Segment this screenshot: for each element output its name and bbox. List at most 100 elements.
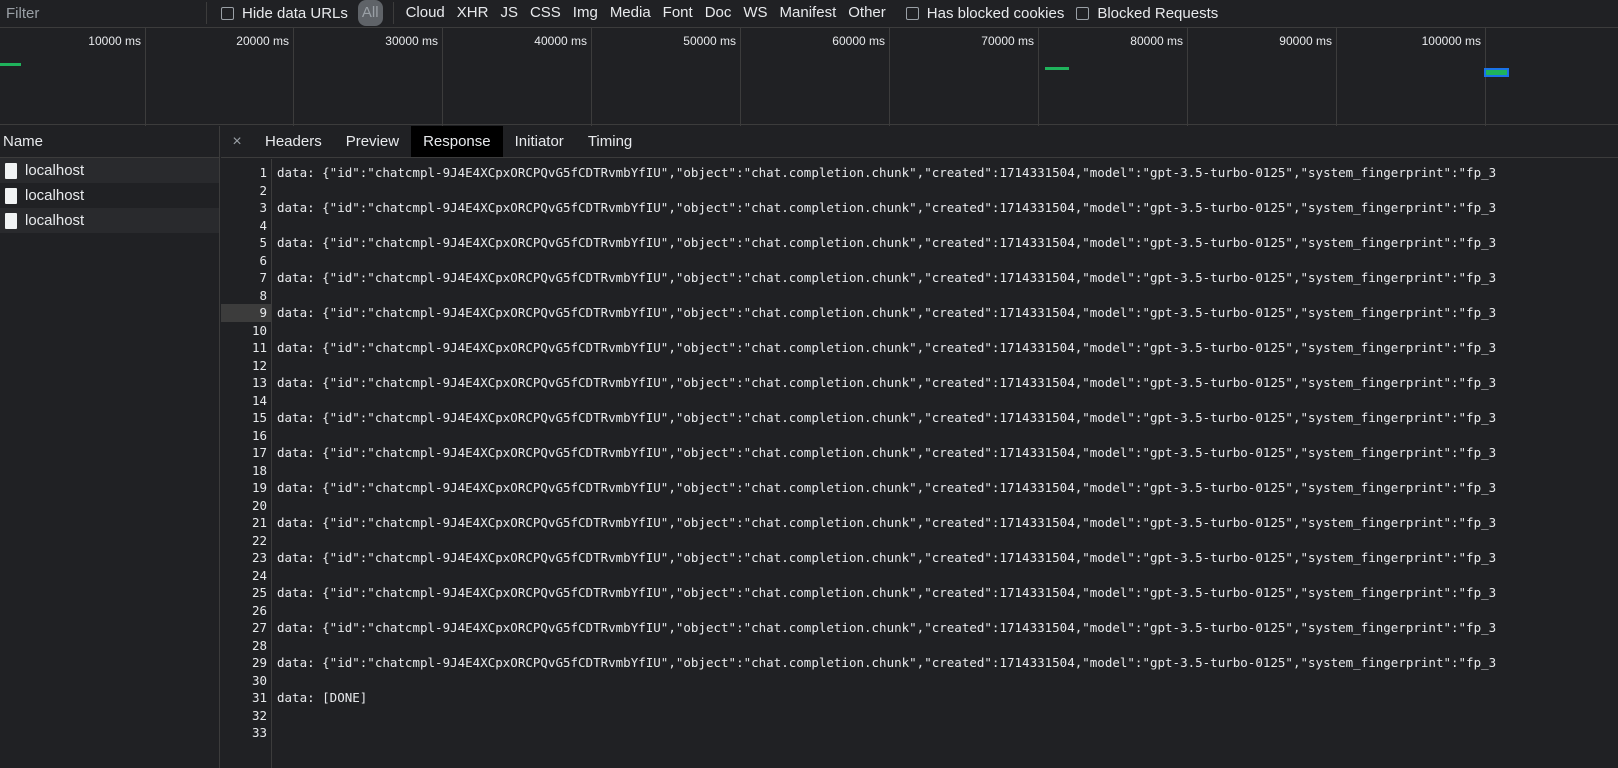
response-line: 12 bbox=[221, 357, 1618, 375]
type-filter-other[interactable]: Other bbox=[843, 2, 891, 24]
line-number: 2 bbox=[259, 182, 267, 198]
request-name: localhost bbox=[25, 212, 85, 229]
divider bbox=[392, 2, 394, 24]
type-filter-cloud[interactable]: Cloud bbox=[401, 2, 450, 24]
response-line: 15 data: {"id":"chatcmpl-9J4E4XCpxORCPQvG… bbox=[221, 409, 1618, 427]
timeline-tick: 70000 ms bbox=[890, 28, 1039, 126]
response-line: 18 bbox=[221, 462, 1618, 480]
tab-response[interactable]: Response bbox=[411, 126, 503, 157]
response-line: 14 bbox=[221, 392, 1618, 410]
response-line: 11 data: {"id":"chatcmpl-9J4E4XCpxORCPQvG… bbox=[221, 339, 1618, 357]
request-row[interactable]: localhost bbox=[0, 158, 219, 183]
type-filter-font[interactable]: Font bbox=[658, 2, 698, 24]
type-filter-manifest[interactable]: Manifest bbox=[775, 2, 842, 24]
type-filter-media[interactable]: Media bbox=[605, 2, 656, 24]
line-number: 5 bbox=[259, 235, 267, 250]
line-number: 3 bbox=[259, 200, 267, 215]
line-number: 15 bbox=[251, 410, 267, 425]
type-filter-img[interactable]: Img bbox=[568, 2, 603, 24]
response-line: 26 bbox=[221, 602, 1618, 620]
response-line: 23 data: {"id":"chatcmpl-9J4E4XCpxORCPQvG… bbox=[221, 549, 1618, 567]
tab-preview[interactable]: Preview bbox=[334, 126, 411, 157]
line-number: 6 bbox=[259, 252, 267, 268]
line-number: 17 bbox=[251, 445, 267, 460]
tick-label: 10000 ms bbox=[88, 34, 141, 48]
response-line: 17 data: {"id":"chatcmpl-9J4E4XCpxORCPQvG… bbox=[221, 444, 1618, 462]
close-icon[interactable]: × bbox=[221, 126, 253, 157]
response-line: 2 bbox=[221, 182, 1618, 200]
checkbox-icon[interactable] bbox=[221, 6, 234, 20]
tick-label: 90000 ms bbox=[1279, 34, 1332, 48]
response-line: 3 data: {"id":"chatcmpl-9J4E4XCpxORCPQvG5… bbox=[221, 199, 1618, 217]
tab-headers[interactable]: Headers bbox=[253, 126, 334, 157]
line-number: 28 bbox=[251, 637, 267, 653]
line-number: 26 bbox=[251, 602, 267, 618]
response-line: 29 data: {"id":"chatcmpl-9J4E4XCpxORCPQvG… bbox=[221, 654, 1618, 672]
line-number: 4 bbox=[259, 217, 267, 233]
hide-data-urls-label: Hide data URLs bbox=[242, 4, 348, 22]
line-number: 21 bbox=[251, 515, 267, 530]
response-line: 7 data: {"id":"chatcmpl-9J4E4XCpxORCPQvG5… bbox=[221, 269, 1618, 287]
line-number: 11 bbox=[251, 340, 267, 355]
type-filter-xhr[interactable]: XHR bbox=[452, 2, 494, 24]
line-number: 22 bbox=[251, 532, 267, 548]
line-number: 16 bbox=[251, 427, 267, 443]
request-list: Name localhost localhost localhost bbox=[0, 126, 220, 768]
type-filter-css[interactable]: CSS bbox=[525, 2, 566, 24]
response-line: 25 data: {"id":"chatcmpl-9J4E4XCpxORCPQvG… bbox=[221, 584, 1618, 602]
line-content: data: {"id":"chatcmpl-9J4E4XCpxORCPQvG5f… bbox=[277, 550, 1497, 565]
line-number: 1 bbox=[259, 165, 267, 180]
line-content: data: {"id":"chatcmpl-9J4E4XCpxORCPQvG5f… bbox=[277, 410, 1497, 425]
request-row[interactable]: localhost bbox=[0, 183, 219, 208]
hide-data-urls-checkbox[interactable]: Hide data URLs bbox=[221, 5, 348, 22]
type-filter-ws[interactable]: WS bbox=[738, 2, 772, 24]
timeline-tick: 90000 ms bbox=[1188, 28, 1337, 126]
tick-label: 40000 ms bbox=[534, 34, 587, 48]
line-number: 32 bbox=[251, 707, 267, 723]
type-filter-all[interactable]: All bbox=[357, 0, 383, 26]
line-content: data: {"id":"chatcmpl-9J4E4XCpxORCPQvG5f… bbox=[277, 515, 1497, 530]
document-icon bbox=[5, 187, 17, 204]
line-content: data: {"id":"chatcmpl-9J4E4XCpxORCPQvG5f… bbox=[277, 235, 1497, 250]
tab-initiator[interactable]: Initiator bbox=[503, 126, 576, 157]
has-blocked-cookies-checkbox[interactable]: Has blocked cookies bbox=[905, 5, 1064, 22]
blocked-requests-checkbox[interactable]: Blocked Requests bbox=[1076, 5, 1218, 22]
response-line: 24 bbox=[221, 567, 1618, 585]
line-content: data: {"id":"chatcmpl-9J4E4XCpxORCPQvG5f… bbox=[277, 340, 1497, 355]
type-filter-js[interactable]: JS bbox=[495, 2, 523, 24]
type-filter-doc[interactable]: Doc bbox=[700, 2, 737, 24]
line-number: 9 bbox=[221, 304, 272, 322]
timeline-tick: 40000 ms bbox=[443, 28, 592, 126]
network-overview-timeline[interactable]: 10000 ms 20000 ms 30000 ms 40000 ms 5000… bbox=[0, 27, 1618, 126]
request-row[interactable]: localhost bbox=[0, 208, 219, 233]
name-column-header[interactable]: Name bbox=[0, 126, 219, 158]
tick-label: 80000 ms bbox=[1130, 34, 1183, 48]
line-content: data: {"id":"chatcmpl-9J4E4XCpxORCPQvG5f… bbox=[277, 375, 1497, 390]
line-number: 27 bbox=[251, 620, 267, 635]
timeline-tick: 100000 ms bbox=[1337, 28, 1486, 126]
line-content: data: {"id":"chatcmpl-9J4E4XCpxORCPQvG5f… bbox=[277, 200, 1497, 215]
timeline-tick: 30000 ms bbox=[294, 28, 443, 126]
blocked-requests-label: Blocked Requests bbox=[1097, 4, 1219, 22]
line-content: data: {"id":"chatcmpl-9J4E4XCpxORCPQvG5f… bbox=[277, 655, 1497, 670]
line-number: 12 bbox=[251, 357, 267, 373]
tick-label: 60000 ms bbox=[832, 34, 885, 48]
response-line: 6 bbox=[221, 252, 1618, 270]
line-content: data: {"id":"chatcmpl-9J4E4XCpxORCPQvG5f… bbox=[277, 620, 1497, 635]
request-bar-selected bbox=[1484, 68, 1509, 77]
response-line: 27 data: {"id":"chatcmpl-9J4E4XCpxORCPQvG… bbox=[221, 619, 1618, 637]
response-line: 4 bbox=[221, 217, 1618, 235]
response-body-viewer[interactable]: 1 data: {"id":"chatcmpl-9J4E4XCpxORCPQvG5… bbox=[221, 159, 1618, 768]
checkbox-icon[interactable] bbox=[1076, 6, 1090, 20]
response-line: 22 bbox=[221, 532, 1618, 550]
response-line: 13 data: {"id":"chatcmpl-9J4E4XCpxORCPQvG… bbox=[221, 374, 1618, 392]
tab-timing[interactable]: Timing bbox=[576, 126, 644, 157]
timeline-tick: 60000 ms bbox=[741, 28, 890, 126]
response-line: 33 bbox=[221, 724, 1618, 742]
line-content: data: {"id":"chatcmpl-9J4E4XCpxORCPQvG5f… bbox=[277, 305, 1497, 320]
response-line: 10 bbox=[221, 322, 1618, 340]
filter-input[interactable] bbox=[0, 1, 200, 25]
timeline-tick: 80000 ms bbox=[1039, 28, 1188, 126]
request-name: localhost bbox=[25, 162, 85, 179]
checkbox-icon[interactable] bbox=[905, 6, 919, 20]
